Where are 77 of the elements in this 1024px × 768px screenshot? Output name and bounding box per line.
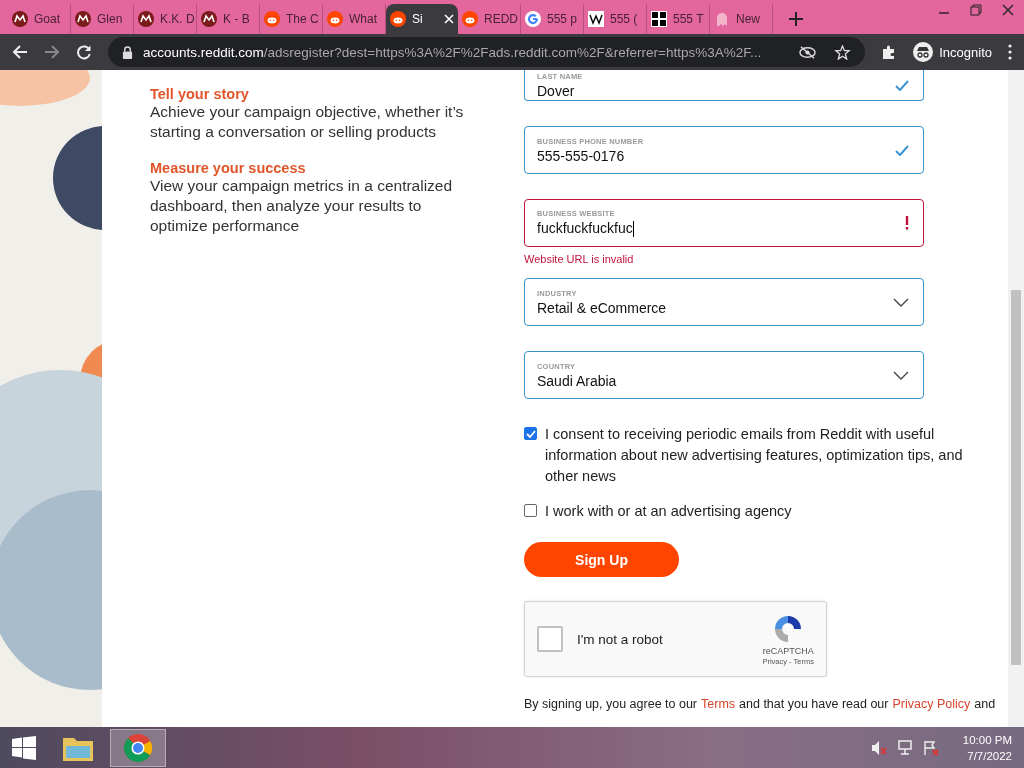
reddit-alien-icon — [390, 11, 406, 27]
tab-title: Goat — [34, 12, 60, 26]
google-g-icon — [525, 11, 541, 27]
clock-date: 7/7/2022 — [967, 748, 1012, 764]
legal-text: and that you have read our — [739, 697, 889, 711]
tab-title: K.K. D — [160, 12, 195, 26]
sign-up-button[interactable]: Sign Up — [524, 542, 679, 577]
feature-heading: Tell your story — [150, 86, 250, 102]
legal-link[interactable]: Terms — [701, 697, 736, 711]
incognito-icon — [913, 42, 934, 62]
wikipedia-w-icon — [588, 11, 604, 27]
profile-button[interactable]: Incognito — [913, 42, 992, 62]
new-tab-icon[interactable] — [789, 12, 803, 26]
checkbox[interactable] — [524, 427, 537, 440]
feature-description: View your campaign metrics in a centralized dashboard, then analyze your results to optimize performance — [150, 176, 454, 236]
reddit-alien-icon — [462, 11, 478, 27]
tab-title: Glen — [97, 12, 123, 26]
feature-description: Achieve your campaign objective, whether it’s starting a conversation or selling products — [150, 102, 465, 142]
field-value: Saudi Arabia — [537, 372, 618, 389]
back-arrow-icon[interactable] — [12, 44, 28, 60]
system-clock[interactable]: 10:00 PM 7/7/2022 — [962, 731, 1012, 764]
browser-tab[interactable]: Si — [386, 4, 458, 34]
network-icon[interactable] — [896, 739, 913, 756]
tab-title: 555 T — [673, 12, 704, 26]
legal-link[interactable]: Privacy Policy — [892, 697, 971, 711]
captcha-label: I'm not a robot — [577, 631, 664, 647]
lock-icon — [122, 45, 133, 59]
flag-icon[interactable] — [922, 739, 939, 756]
checkbox[interactable] — [524, 504, 537, 517]
url-text: accounts.reddit.com/adsregister?dest=https%3A%2F%2Fads.reddit.com%2F&referrer=https%3A%2F... — [143, 44, 763, 60]
chrome-logo-icon — [123, 732, 153, 763]
feature-heading: Measure your success — [150, 160, 307, 176]
tab-title: What — [349, 12, 377, 26]
chevron-down-icon — [893, 370, 909, 380]
field-value: fuckfuckfuckfuc — [537, 219, 635, 238]
tab-title: New — [736, 12, 760, 26]
taskbar-app-button[interactable] — [110, 728, 166, 767]
close-icon[interactable] — [1002, 4, 1014, 16]
monogram-icon — [138, 11, 154, 27]
tab-title: REDD — [484, 12, 518, 26]
address-bar[interactable]: accounts.reddit.com/adsregister?dest=https%3A%2F%2Fads.reddit.com%2F&referrer=https%3A%2F... — [108, 37, 866, 67]
monogram-icon — [201, 11, 217, 27]
windows-logo-icon[interactable] — [12, 735, 36, 760]
tab-title: K - B — [223, 12, 250, 26]
scrollbar[interactable] — [1008, 70, 1024, 727]
restore-icon[interactable] — [970, 4, 982, 16]
field-value: Dover — [537, 82, 576, 99]
field-value: 555-555-0176 — [537, 147, 626, 164]
captcha-checkbox[interactable] — [537, 626, 563, 652]
checkmark-icon — [895, 79, 909, 91]
exclamation-icon — [905, 216, 909, 230]
recaptcha-brand: reCAPTCHA — [762, 645, 814, 656]
chevron-down-icon — [893, 297, 909, 307]
star-icon[interactable] — [834, 44, 852, 60]
reload-icon[interactable] — [76, 44, 92, 60]
field-value: Retail & eCommerce — [537, 299, 668, 316]
checkbox-label: I work with or at an advertising agency — [545, 502, 792, 521]
monogram-icon — [75, 11, 91, 27]
eye-slash-icon[interactable] — [799, 44, 817, 60]
legal-text: By signing up, you agree to our — [524, 697, 698, 711]
legal-text: and — [974, 697, 996, 711]
checkmark-icon — [895, 144, 909, 156]
grid-icon — [651, 11, 667, 27]
error-message: Website URL is invalid — [524, 253, 635, 265]
reddit-alien-icon — [264, 11, 280, 27]
clock-time: 10:00 PM — [962, 732, 1012, 748]
checkbox-label: I consent to receiving periodic emails from Reddit with useful information about new advertising features, optimization tips, and other news — [545, 425, 964, 486]
menu-icon[interactable] — [1008, 44, 1012, 60]
tab-title: 555 ( — [610, 12, 638, 26]
tab-title: Si — [412, 12, 423, 26]
tab-title: The C — [286, 12, 319, 26]
muted-speaker-icon[interactable] — [870, 739, 887, 756]
forward-arrow-icon[interactable] — [44, 44, 60, 60]
reddit-alien-icon — [327, 11, 343, 27]
ghost-icon — [714, 11, 730, 27]
monogram-icon — [12, 11, 28, 27]
tab-title: 555 p — [547, 12, 578, 26]
